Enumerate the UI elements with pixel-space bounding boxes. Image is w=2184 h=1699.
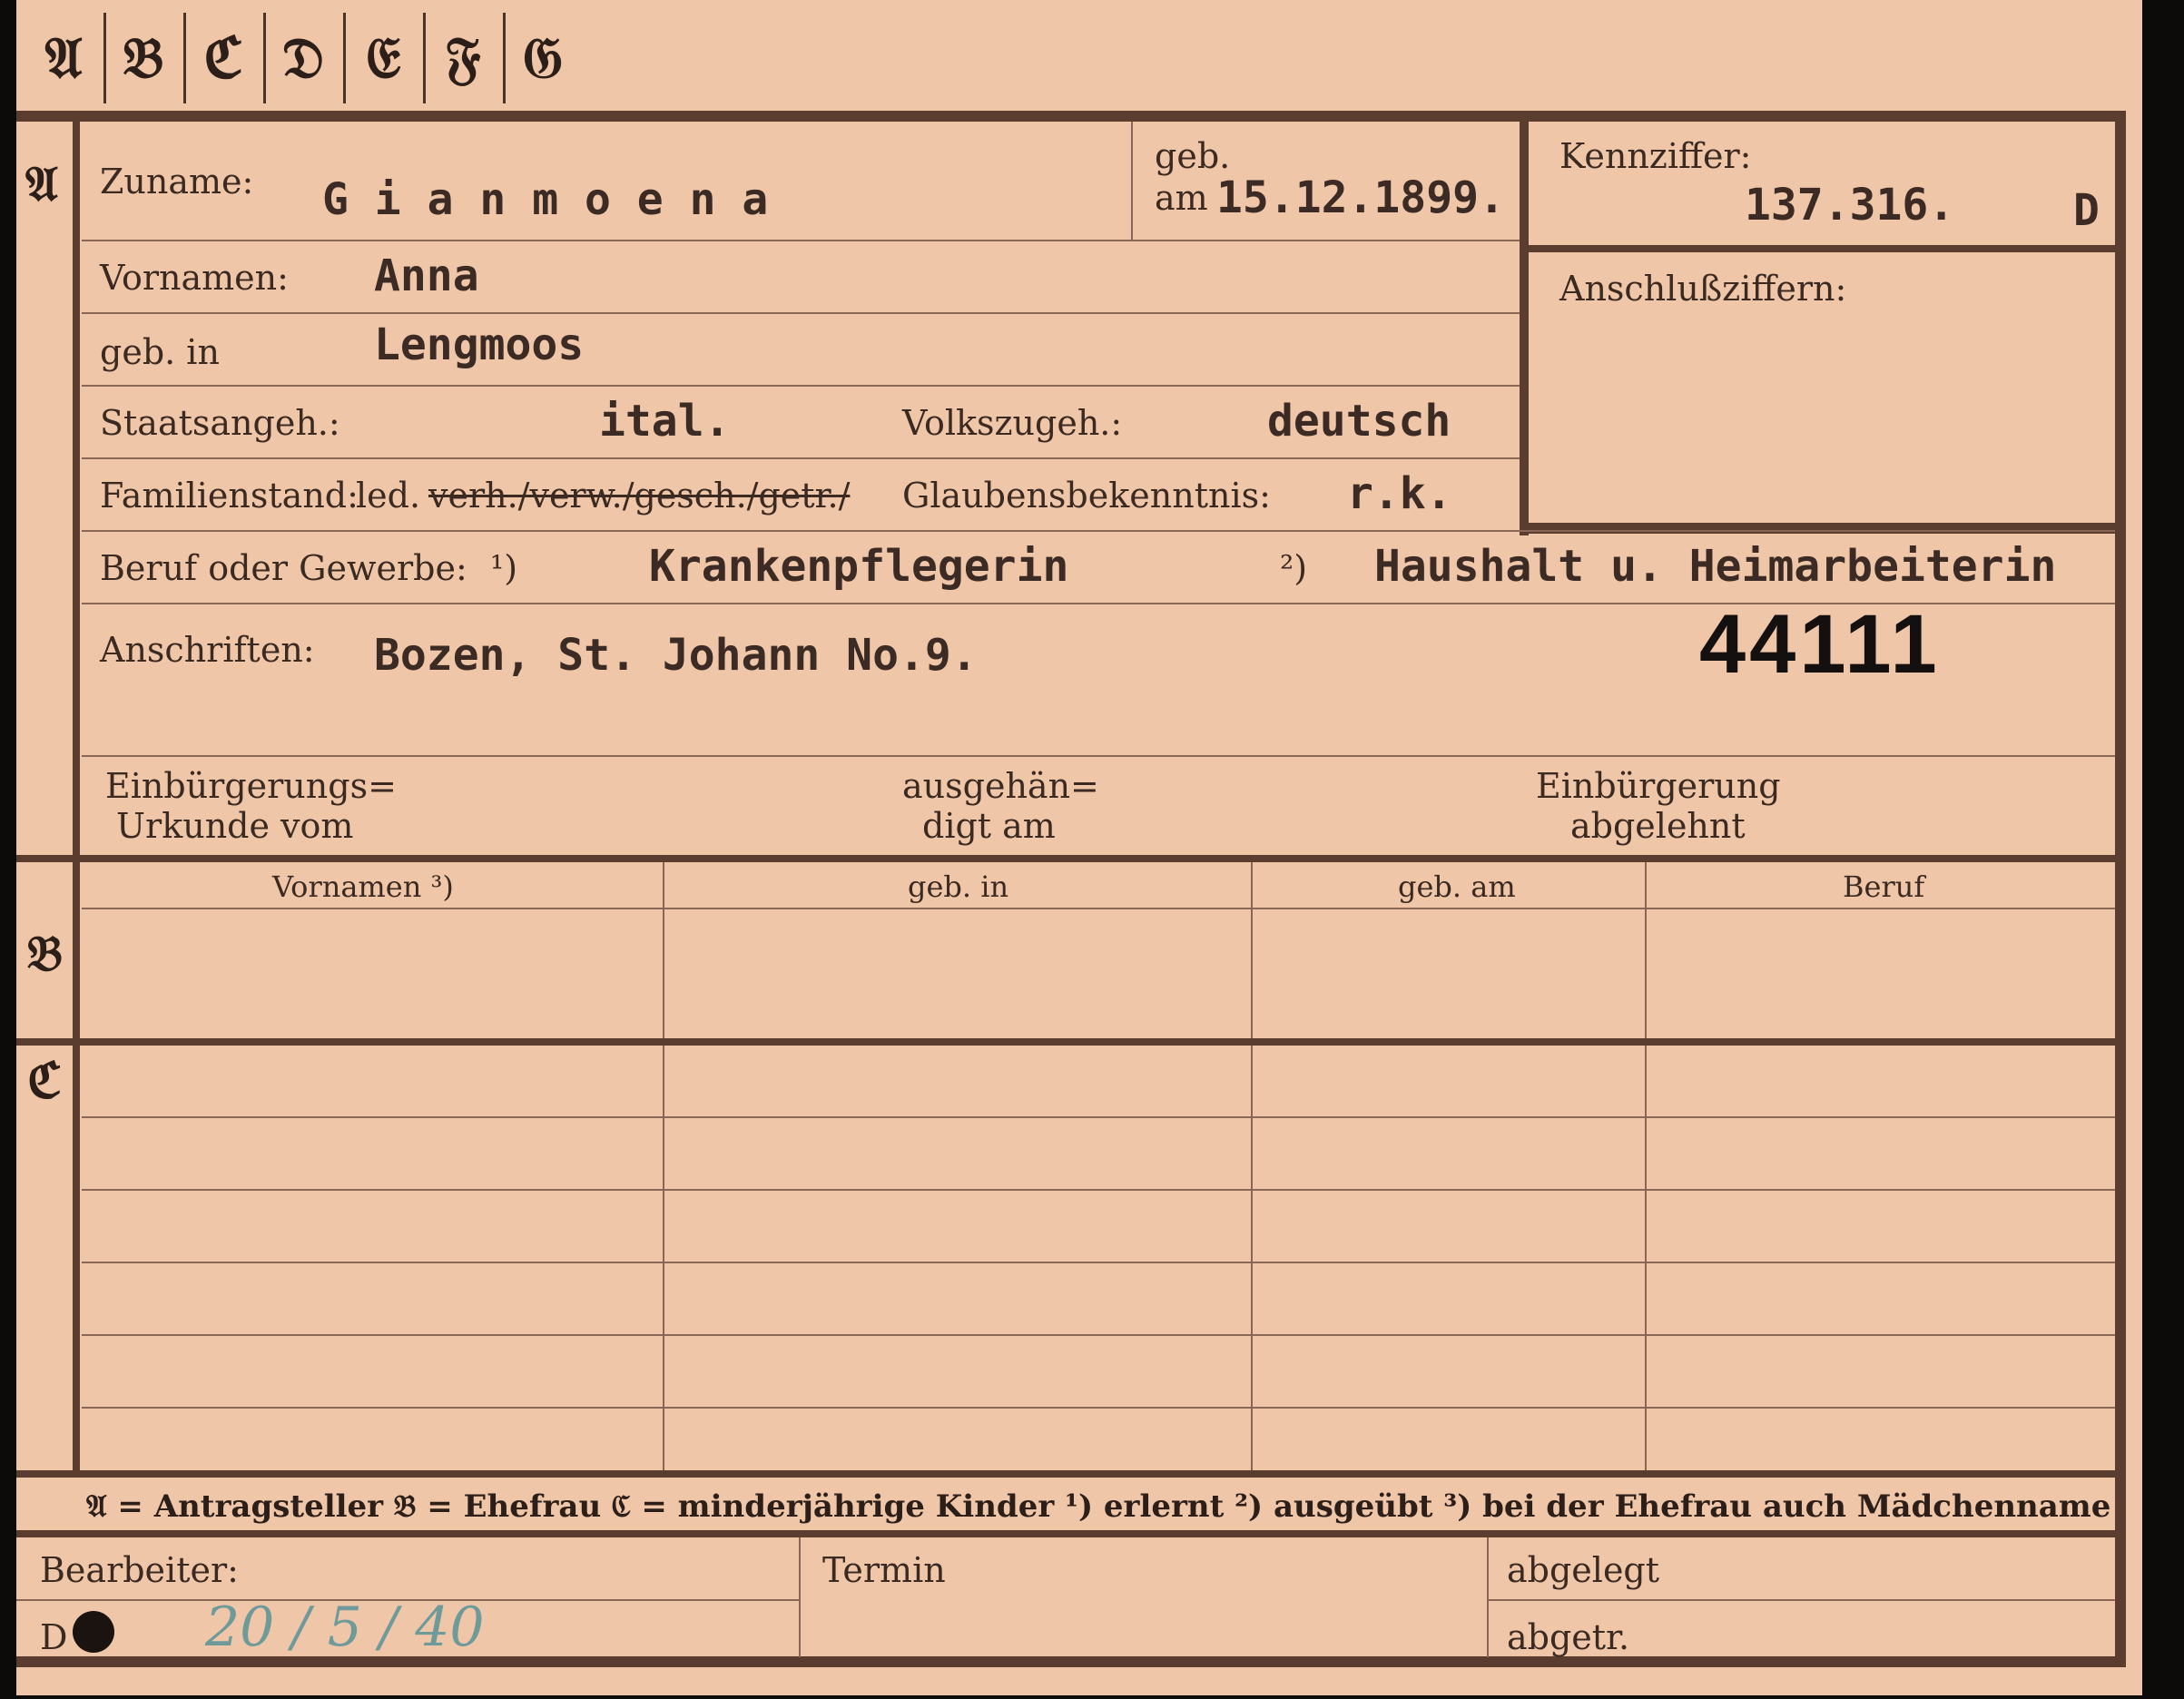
rule (82, 240, 1520, 241)
rule (82, 1262, 2115, 1263)
col-divider (799, 1537, 801, 1657)
rule (1487, 1599, 2115, 1601)
geb-am-value: 15.12.1899. (1216, 172, 1505, 223)
termin-label: Termin (822, 1550, 946, 1590)
kennziffer-label: Kennziffer: (1559, 136, 1752, 176)
col-header-geb-am: geb. am (1398, 869, 1516, 904)
kennziffer-suffix: D (2073, 185, 2100, 236)
section-b-marker: 𝔅 (27, 924, 63, 982)
staatsangeh-value: ital. (599, 396, 731, 447)
file-number: 44111 (1699, 598, 1941, 691)
frame-left-inner (73, 111, 80, 1472)
section-c-marker: ℭ (27, 1051, 62, 1109)
einbuergerung-urkunde-1: Einbürgerungs= (105, 766, 397, 806)
section-a-marker: 𝔄 (25, 154, 58, 212)
divider (1131, 122, 1133, 240)
alphabet-tabs: 𝔄 𝔅 ℭ 𝔇 𝔈 𝔉 𝔊 (16, 0, 588, 107)
kennziffer-box-left (1520, 122, 1529, 535)
rule (82, 1334, 2115, 1336)
anschriften-label: Anschriften: (100, 630, 315, 670)
rule (82, 457, 1520, 459)
beruf-note-1: ¹) (490, 548, 518, 588)
zuname-label: Zuname: (100, 162, 254, 201)
volkszugeh-value: deutsch (1267, 396, 1451, 447)
kennziffer-value: 137.316. (1745, 180, 1955, 231)
kennziffer-box-divider (1520, 245, 2115, 252)
staatsangeh-label: Staatsangeh.: (100, 403, 340, 443)
col-divider (663, 862, 664, 1470)
vornamen-value: Anna (374, 250, 479, 301)
frame-top (16, 111, 2126, 122)
am-label: am (1155, 178, 1208, 218)
einbuergerung-urkunde-2: Urkunde vom (116, 806, 354, 846)
volkszugeh-label: Volkszugeh.: (902, 403, 1123, 443)
tab-d[interactable]: 𝔇 (263, 13, 346, 103)
col-divider (1487, 1537, 1489, 1657)
anschlussziffern-label: Anschlußziffern: (1559, 269, 1847, 309)
tab-c[interactable]: ℭ (183, 13, 266, 103)
rule (82, 385, 1520, 387)
legend: 𝔄 = Antragsteller 𝔅 = Ehefrau ℭ = minder… (86, 1488, 2111, 1525)
geb-in-label: geb. in (100, 332, 220, 372)
glaubensbekenntnis-label: Glaubensbekenntnis: (902, 476, 1271, 516)
col-header-beruf: Beruf (1843, 869, 1925, 904)
geb-label: geb. (1155, 136, 1231, 176)
rule (82, 530, 2115, 532)
abgelegt-label: abgelegt (1507, 1550, 1660, 1590)
beruf-note-2: ²) (1280, 548, 1308, 588)
glaubensbekenntnis-value: r.k. (1347, 468, 1452, 519)
frame-right (2115, 111, 2126, 1665)
abgetr-label: abgetr. (1507, 1617, 1630, 1657)
anschriften-value: Bozen, St. Johann No.9. (374, 630, 978, 681)
section-c-top (16, 1038, 2126, 1046)
beruf-value-2: Haushalt u. Heimarbeiterin (1374, 541, 2057, 592)
rule (82, 312, 1520, 314)
tab-g[interactable]: 𝔊 (503, 13, 583, 103)
geb-in-value: Lengmoos (374, 319, 585, 370)
date-handwritten: 20 / 5 / 40 (205, 1596, 485, 1659)
einbuergerung-abgelehnt-2: abgelehnt (1570, 806, 1746, 846)
familienstand-struck: verh./verw./gesch./getr./ (428, 476, 851, 516)
d-label: D (40, 1617, 68, 1657)
index-card (16, 0, 2142, 1695)
beruf-value-1: Krankenpflegerin (649, 541, 1069, 592)
col-divider (1645, 862, 1647, 1470)
rule (82, 1189, 2115, 1191)
col-header-geb-in: geb. in (908, 869, 1009, 904)
legend-bottom (16, 1530, 2126, 1537)
tab-a[interactable]: 𝔄 (24, 13, 106, 103)
kennziffer-box-bottom (1520, 523, 2115, 534)
beruf-label: Beruf oder Gewerbe: (100, 548, 467, 588)
familienstand-led: led. (356, 476, 421, 516)
col-divider (1251, 862, 1253, 1470)
einbuergerung-abgelehnt-1: Einbürgerung (1536, 766, 1781, 806)
rule (82, 755, 2115, 757)
col-header-vornamen: Vornamen ³) (272, 869, 454, 904)
familienstand-label: Familienstand: (100, 476, 359, 516)
vornamen-label: Vornamen: (100, 258, 289, 298)
ausgehaendigt-1: ausgehän= (902, 766, 1099, 806)
legend-top (16, 1470, 2126, 1478)
rule (82, 1407, 2115, 1409)
bearbeiter-label: Bearbeiter: (40, 1550, 239, 1590)
tab-e[interactable]: 𝔈 (343, 13, 426, 103)
tab-f[interactable]: 𝔉 (423, 13, 506, 103)
zuname-value: G i a n m o e n a (322, 174, 769, 225)
ink-blot (73, 1611, 114, 1653)
ausgehaendigt-2: digt am (922, 806, 1056, 846)
section-b-top (16, 855, 2126, 862)
tab-b[interactable]: 𝔅 (103, 13, 186, 103)
rule (82, 908, 2115, 909)
rule (82, 1116, 2115, 1118)
